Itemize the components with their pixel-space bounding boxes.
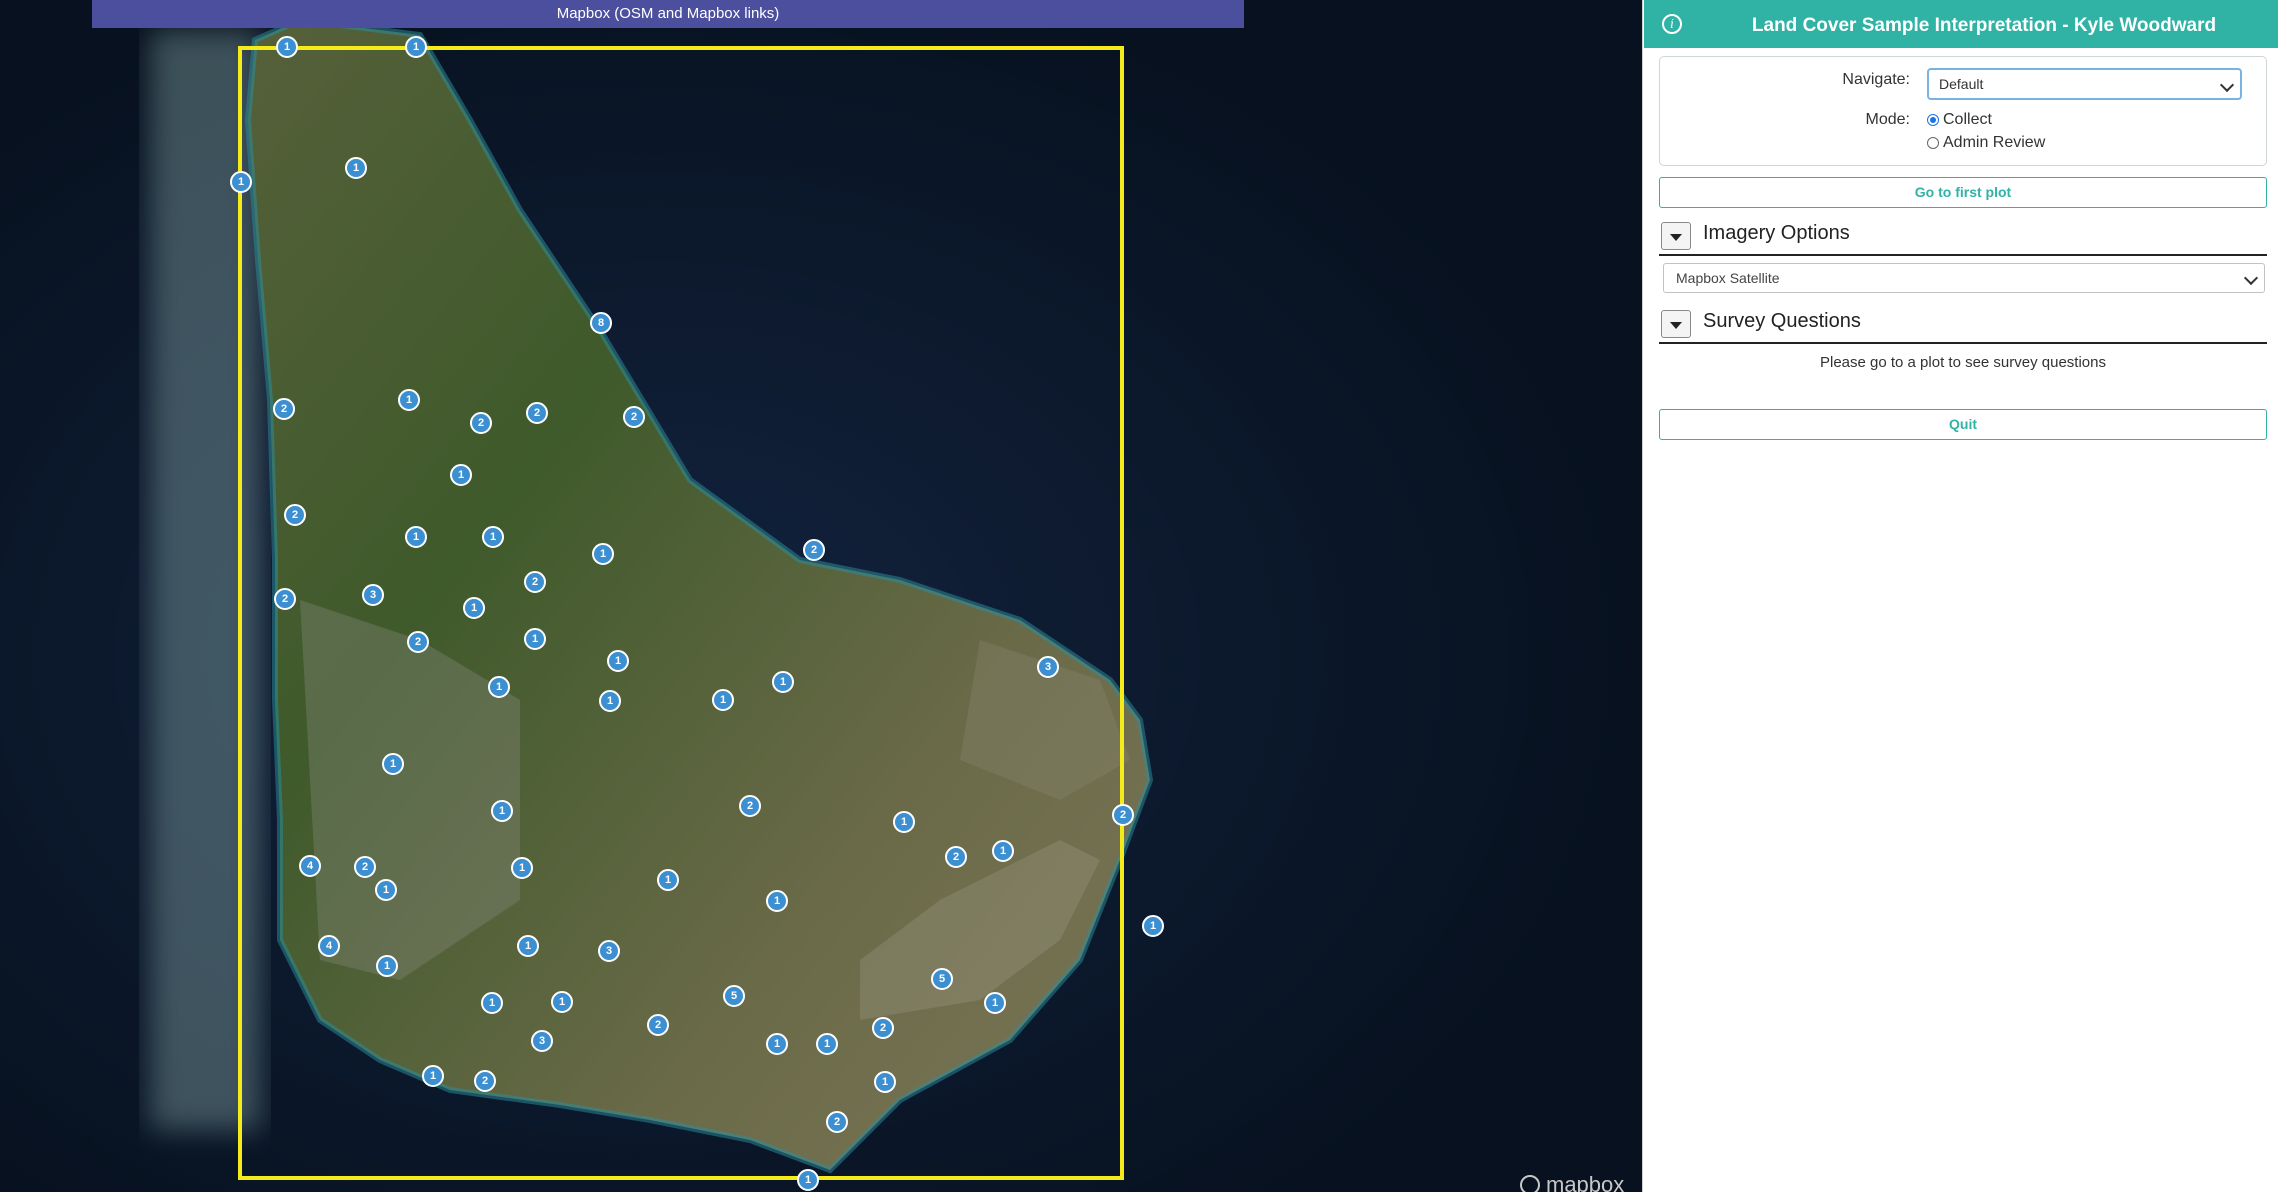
mapbox-logo-text: mapbox bbox=[1546, 1172, 1625, 1192]
survey-message: Please go to a plot to see survey questi… bbox=[1819, 354, 2106, 371]
plot-marker[interactable]: 1 bbox=[481, 992, 503, 1014]
plot-marker[interactable]: 1 bbox=[551, 991, 573, 1013]
mode-admin-review-radio[interactable]: Admin Review bbox=[1927, 134, 2045, 152]
plot-marker[interactable]: 4 bbox=[299, 855, 321, 877]
quit-button[interactable]: Quit bbox=[1659, 409, 2267, 440]
plot-marker[interactable]: 1 bbox=[992, 840, 1014, 862]
plot-marker[interactable]: 3 bbox=[1037, 656, 1059, 678]
survey-questions-toggle[interactable] bbox=[1661, 310, 1691, 338]
caret-down-icon bbox=[1670, 234, 1682, 241]
side-panel: i Land Cover Sample Interpretation - Kyl… bbox=[1642, 0, 2278, 1192]
plot-marker[interactable]: 2 bbox=[826, 1111, 848, 1133]
imagery-options-section: Imagery Options bbox=[1659, 218, 2267, 256]
plot-marker[interactable]: 1 bbox=[375, 879, 397, 901]
plot-marker[interactable]: 3 bbox=[598, 940, 620, 962]
plot-marker[interactable]: 2 bbox=[407, 631, 429, 653]
plot-marker[interactable]: 1 bbox=[1142, 915, 1164, 937]
plot-marker[interactable]: 1 bbox=[657, 869, 679, 891]
imagery-value: Mapbox Satellite bbox=[1676, 270, 1780, 286]
mode-label: Mode: bbox=[1865, 111, 1910, 128]
plot-marker[interactable]: 1 bbox=[482, 526, 504, 548]
panel-header: i Land Cover Sample Interpretation - Kyl… bbox=[1644, 0, 2278, 48]
imagery-options-title: Imagery Options bbox=[1703, 222, 1850, 244]
plot-marker[interactable]: 2 bbox=[470, 412, 492, 434]
plot-marker[interactable]: 1 bbox=[405, 36, 427, 58]
plot-marker[interactable]: 1 bbox=[712, 689, 734, 711]
survey-questions-title: Survey Questions bbox=[1703, 310, 1861, 332]
plot-marker[interactable]: 1 bbox=[766, 1033, 788, 1055]
plot-marker[interactable]: 1 bbox=[797, 1169, 819, 1191]
plot-marker[interactable]: 1 bbox=[376, 955, 398, 977]
chevron-down-icon bbox=[2243, 270, 2259, 286]
plot-marker[interactable]: 2 bbox=[647, 1014, 669, 1036]
mode-collect-radio[interactable]: Collect bbox=[1927, 111, 1992, 129]
imagery-options-toggle[interactable] bbox=[1661, 222, 1691, 250]
plot-marker[interactable]: 1 bbox=[405, 526, 427, 548]
plot-marker[interactable]: 2 bbox=[623, 406, 645, 428]
map-view[interactable]: Mapbox (OSM and Mapbox links) 1111821222… bbox=[0, 0, 1642, 1192]
plot-marker[interactable]: 2 bbox=[803, 539, 825, 561]
plot-marker[interactable]: 1 bbox=[422, 1065, 444, 1087]
mode-admin-review-label: Admin Review bbox=[1943, 134, 2046, 151]
page-title: Land Cover Sample Interpretation - Kyle … bbox=[1751, 15, 2217, 36]
mapbox-logo: mapbox bbox=[1520, 1172, 1624, 1192]
plot-marker[interactable]: 1 bbox=[511, 857, 533, 879]
plot-marker[interactable]: 2 bbox=[273, 398, 295, 420]
plot-marker[interactable]: 2 bbox=[1112, 804, 1134, 826]
plot-marker[interactable]: 1 bbox=[816, 1033, 838, 1055]
mode-collect-label: Collect bbox=[1943, 111, 1992, 128]
mapbox-icon bbox=[1520, 1175, 1540, 1192]
plot-marker[interactable]: 1 bbox=[874, 1071, 896, 1093]
plot-marker[interactable]: 2 bbox=[739, 795, 761, 817]
plot-marker[interactable]: 1 bbox=[772, 671, 794, 693]
map-attribution-bar[interactable]: Mapbox (OSM and Mapbox links) bbox=[92, 0, 1244, 28]
plot-marker[interactable]: 1 bbox=[398, 389, 420, 411]
navigate-label: Navigate: bbox=[1842, 71, 1910, 88]
plot-marker[interactable]: 1 bbox=[230, 171, 252, 193]
caret-down-icon bbox=[1670, 322, 1682, 329]
plot-marker[interactable]: 3 bbox=[362, 584, 384, 606]
plot-marker[interactable]: 1 bbox=[766, 890, 788, 912]
plot-marker[interactable]: 2 bbox=[526, 402, 548, 424]
plot-marker[interactable]: 5 bbox=[723, 985, 745, 1007]
navigate-select[interactable]: Default bbox=[1927, 68, 2242, 100]
plot-marker[interactable]: 2 bbox=[474, 1070, 496, 1092]
imagery-select[interactable]: Mapbox Satellite bbox=[1663, 263, 2265, 293]
radio-selected-icon bbox=[1927, 114, 1939, 126]
plot-marker[interactable]: 1 bbox=[450, 464, 472, 486]
plot-marker[interactable]: 1 bbox=[276, 36, 298, 58]
plot-marker[interactable]: 1 bbox=[607, 650, 629, 672]
plot-marker[interactable]: 2 bbox=[945, 846, 967, 868]
radio-unselected-icon bbox=[1927, 137, 1939, 149]
plot-marker[interactable]: 2 bbox=[524, 571, 546, 593]
plot-marker[interactable]: 1 bbox=[592, 543, 614, 565]
plot-marker[interactable]: 1 bbox=[517, 935, 539, 957]
plot-marker[interactable]: 2 bbox=[284, 504, 306, 526]
plot-marker[interactable]: 1 bbox=[524, 628, 546, 650]
plot-marker[interactable]: 1 bbox=[382, 753, 404, 775]
plot-marker[interactable]: 2 bbox=[872, 1017, 894, 1039]
survey-questions-section: Survey Questions bbox=[1659, 306, 2267, 344]
plot-marker[interactable]: 1 bbox=[345, 157, 367, 179]
plot-marker[interactable]: 3 bbox=[531, 1030, 553, 1052]
plot-marker[interactable]: 2 bbox=[274, 588, 296, 610]
plot-marker[interactable]: 1 bbox=[599, 690, 621, 712]
plot-marker[interactable]: 2 bbox=[354, 856, 376, 878]
plot-marker[interactable]: 1 bbox=[491, 800, 513, 822]
plot-marker[interactable]: 8 bbox=[590, 312, 612, 334]
info-icon[interactable]: i bbox=[1662, 14, 1682, 34]
plot-marker[interactable]: 1 bbox=[893, 811, 915, 833]
plot-marker[interactable]: 1 bbox=[984, 992, 1006, 1014]
plot-marker[interactable]: 1 bbox=[488, 676, 510, 698]
plot-marker[interactable]: 1 bbox=[463, 597, 485, 619]
navigate-value: Default bbox=[1939, 76, 1984, 92]
go-to-first-plot-button[interactable]: Go to first plot bbox=[1659, 177, 2267, 208]
chevron-down-icon bbox=[2219, 77, 2235, 93]
plot-marker[interactable]: 5 bbox=[931, 968, 953, 990]
navigation-card: Navigate: Default Mode: Collect Admin Re… bbox=[1659, 56, 2267, 166]
plot-marker[interactable]: 4 bbox=[318, 935, 340, 957]
